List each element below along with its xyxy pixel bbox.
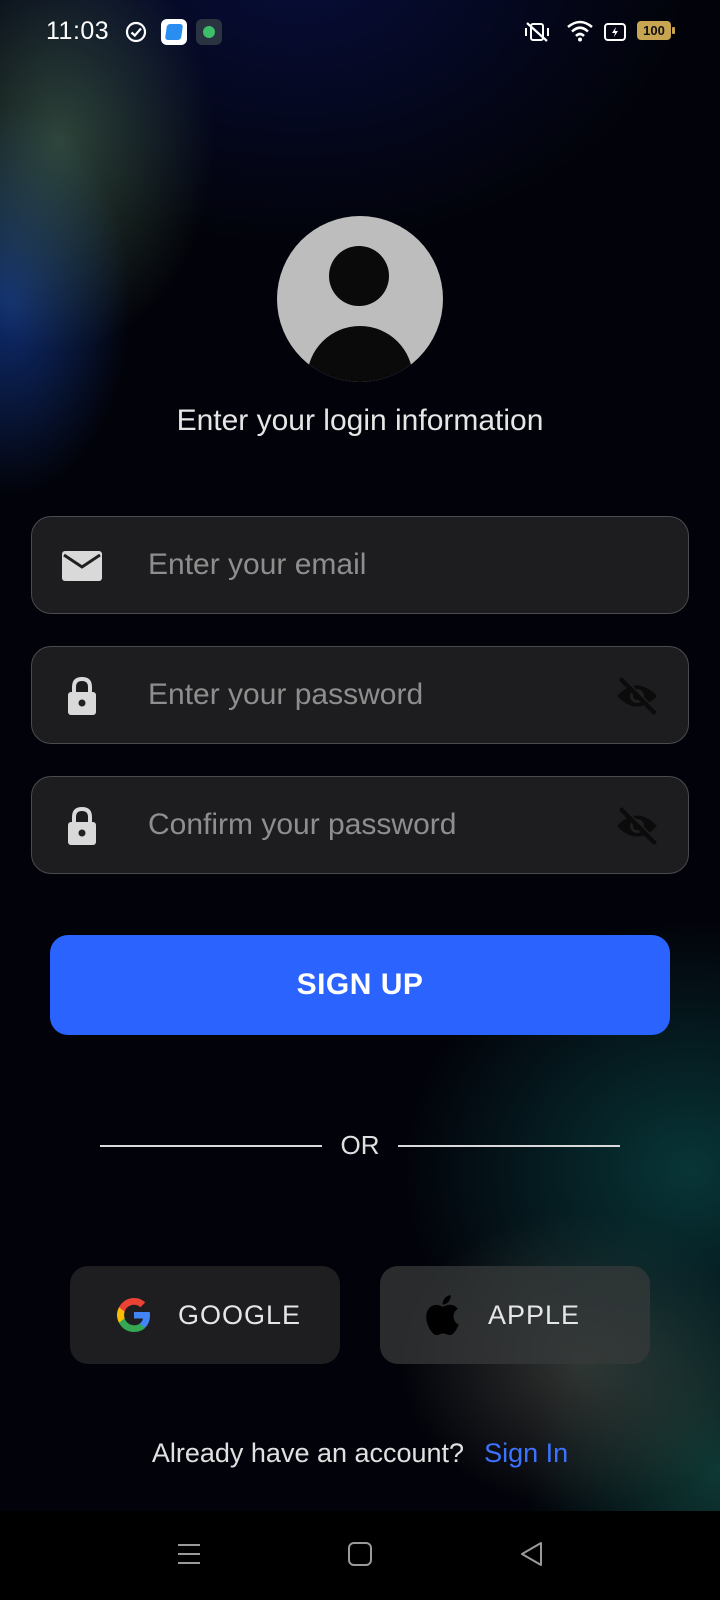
sign-in-link[interactable]: Sign In [484, 1438, 568, 1468]
sign-in-prompt-row: Already have an account? Sign In [0, 1438, 720, 1469]
app-screen: 11:03 100 Enter your login information E… [0, 0, 720, 1511]
status-bar: 11:03 100 [0, 0, 720, 64]
email-input[interactable] [148, 517, 608, 612]
check-circle-icon [125, 21, 147, 43]
page-subtitle: Enter your login information [176, 404, 544, 437]
avatar [277, 216, 443, 382]
sign-in-prompt: Already have an account? [151, 1438, 465, 1468]
apple-button-label: APPLE [488, 1300, 581, 1330]
password-field[interactable] [31, 646, 689, 744]
battery-indicator: 100 [637, 21, 675, 40]
eye-off-icon[interactable] [614, 807, 660, 845]
mail-icon [62, 551, 102, 581]
eye-off-icon[interactable] [614, 677, 660, 715]
notification-shield-app-icon [196, 19, 222, 45]
vibrate-off-icon [525, 22, 549, 42]
confirm-password-input[interactable] [148, 777, 608, 872]
navigation-bar [0, 1511, 720, 1600]
back-icon[interactable] [519, 1541, 545, 1567]
divider-line-left [100, 1145, 322, 1147]
avatar-head [329, 246, 389, 306]
google-sign-in-button[interactable]: GOOGLE [70, 1266, 340, 1364]
divider-label: OR [340, 1130, 380, 1160]
apple-sign-in-button[interactable]: APPLE [380, 1266, 650, 1364]
home-icon[interactable] [347, 1541, 373, 1567]
lock-icon [68, 677, 96, 715]
sign-up-button[interactable]: SIGN UP [50, 935, 670, 1035]
battery-saver-icon [604, 23, 626, 41]
google-icon [117, 1298, 150, 1332]
confirm-password-field[interactable] [31, 776, 689, 874]
wifi-icon [567, 20, 593, 42]
apple-icon [426, 1295, 459, 1335]
notification-app-icon [161, 19, 187, 45]
google-button-label: GOOGLE [178, 1300, 302, 1330]
divider-line-right [398, 1145, 620, 1147]
lock-icon [68, 807, 96, 845]
avatar-body [307, 326, 413, 382]
status-time: 11:03 [46, 17, 110, 45]
email-field[interactable] [31, 516, 689, 614]
menu-icon[interactable] [176, 1541, 202, 1567]
password-input[interactable] [148, 647, 608, 742]
